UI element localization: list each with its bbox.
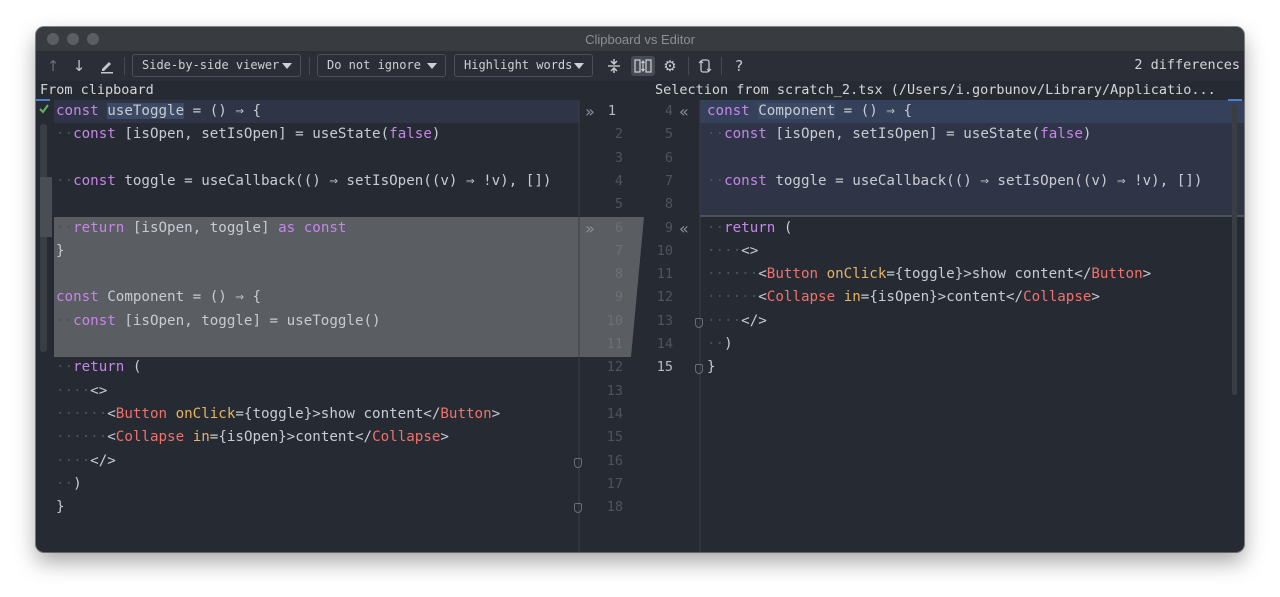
left-code-line[interactable]: ··) bbox=[56, 473, 82, 496]
right-code-line[interactable]: ······<Button onClick={toggle}>show cont… bbox=[707, 263, 1151, 286]
apply-change-right-icon[interactable]: » bbox=[585, 217, 595, 240]
left-code-line[interactable]: ····<> bbox=[56, 380, 107, 403]
left-code-line[interactable]: ··return [isOpen, toggle] as const bbox=[56, 217, 346, 240]
left-line-number: 8 bbox=[614, 266, 623, 283]
right-line-number: 12 bbox=[656, 289, 673, 306]
left-line-number: 1 bbox=[607, 103, 616, 119]
left-code-line[interactable]: ··const toggle = useCallback(() ⇒ setIsO… bbox=[56, 170, 551, 193]
right-line-number: 9 bbox=[664, 219, 673, 236]
left-line-number: 7 bbox=[614, 242, 623, 259]
left-code-line[interactable]: } bbox=[56, 496, 65, 519]
left-line-number: 2 bbox=[614, 126, 623, 143]
left-line-number: 9 bbox=[614, 289, 623, 306]
left-line-number: 3 bbox=[614, 149, 623, 166]
left-code-line[interactable]: ······<Collapse in={isOpen}>content</Col… bbox=[56, 426, 449, 449]
right-line-number: 5 bbox=[664, 126, 673, 143]
right-code-line[interactable]: const Component = () ⇒ { bbox=[707, 100, 912, 123]
apply-change-left-icon[interactable]: « bbox=[679, 217, 689, 240]
left-line-number: 5 bbox=[614, 196, 623, 213]
left-code-line[interactable]: ··return ( bbox=[56, 356, 141, 379]
left-code-line[interactable]: ··const [isOpen, toggle] = useToggle() bbox=[56, 310, 381, 333]
diff-window: Clipboard vs Editor ↑ ↓ Side-by-side vie… bbox=[36, 27, 1244, 552]
left-line-number: 11 bbox=[606, 336, 623, 352]
left-code-line[interactable]: } bbox=[56, 240, 65, 263]
left-code-line[interactable]: ······<Button onClick={toggle}>show cont… bbox=[56, 403, 500, 426]
left-code-line[interactable]: ··const [isOpen, setIsOpen] = useState(f… bbox=[56, 123, 440, 146]
right-code-line[interactable]: } bbox=[707, 356, 716, 379]
fold-marker-icon[interactable] bbox=[574, 503, 582, 513]
fold-marker-icon[interactable] bbox=[574, 458, 582, 468]
left-line-number: 12 bbox=[606, 359, 623, 376]
apply-change-left-icon[interactable]: « bbox=[679, 100, 689, 123]
right-line-number: 13 bbox=[656, 312, 673, 329]
left-code-line[interactable]: const Component = () ⇒ { bbox=[56, 286, 261, 309]
left-code-line[interactable]: const useToggle = () ⇒ { bbox=[56, 100, 261, 123]
fold-marker-icon[interactable] bbox=[695, 318, 703, 328]
right-line-number: 14 bbox=[656, 336, 673, 352]
right-code-line[interactable]: ··const [isOpen, setIsOpen] = useState(f… bbox=[707, 123, 1091, 146]
left-line-number: 15 bbox=[606, 429, 623, 446]
left-line-number: 10 bbox=[606, 312, 623, 329]
apply-change-right-icon[interactable]: » bbox=[585, 100, 595, 123]
right-code-line[interactable]: ··) bbox=[707, 333, 733, 356]
left-line-number: 18 bbox=[606, 499, 623, 516]
right-code-line[interactable]: ······<Collapse in={isOpen}>content</Col… bbox=[707, 286, 1100, 309]
fold-marker-icon[interactable] bbox=[695, 364, 703, 374]
right-code-line[interactable]: ····<> bbox=[707, 240, 758, 263]
right-line-number: 10 bbox=[656, 242, 673, 259]
right-line-number: 8 bbox=[664, 196, 673, 213]
right-line-number: 4 bbox=[664, 103, 673, 119]
left-line-number: 13 bbox=[606, 382, 623, 399]
left-code-line[interactable]: ····</> bbox=[56, 450, 116, 473]
right-line-number: 7 bbox=[664, 172, 673, 189]
right-line-number: 11 bbox=[656, 266, 673, 283]
right-code-line[interactable]: ··return ( bbox=[707, 217, 792, 240]
left-line-number: 6 bbox=[614, 219, 623, 236]
right-line-number: 15 bbox=[656, 359, 673, 376]
left-line-number: 16 bbox=[606, 452, 623, 469]
left-line-number: 4 bbox=[614, 172, 623, 189]
right-line-number: 6 bbox=[664, 149, 673, 166]
left-line-number: 17 bbox=[606, 475, 623, 492]
left-line-number: 14 bbox=[606, 405, 623, 422]
right-code-line[interactable]: ····</> bbox=[707, 310, 767, 333]
right-code-line[interactable]: ··const toggle = useCallback(() ⇒ setIsO… bbox=[707, 170, 1202, 193]
